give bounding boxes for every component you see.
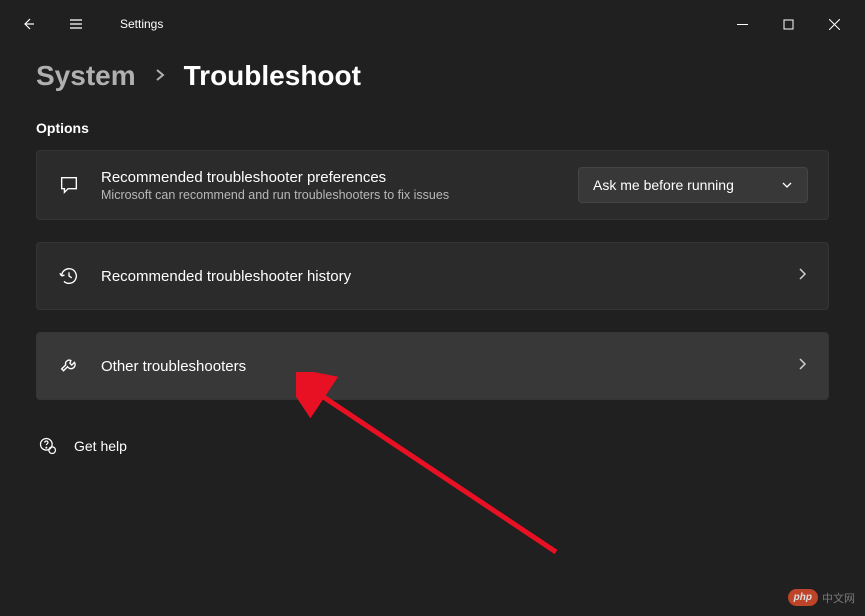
section-title: Options [36,120,829,136]
close-icon [829,19,840,30]
watermark-badge: php [788,589,818,606]
dropdown-value: Ask me before running [593,177,734,193]
card-title: Other troubleshooters [101,358,796,375]
minimize-icon [737,19,748,30]
get-help-link[interactable]: Get help [36,436,829,456]
titlebar: Settings [0,0,865,48]
chat-icon [57,173,81,197]
history-icon [57,264,81,288]
history-card[interactable]: Recommended troubleshooter history [36,242,829,310]
breadcrumb: System Troubleshoot [36,60,829,92]
card-title: Recommended troubleshooter history [101,268,796,285]
maximize-icon [783,19,794,30]
preferences-dropdown[interactable]: Ask me before running [578,167,808,203]
help-icon [38,436,58,456]
content-area: System Troubleshoot Options Recommended … [0,48,865,456]
back-button[interactable] [8,4,48,44]
card-subtitle: Microsoft can recommend and run troubles… [101,188,578,202]
chevron-right-icon [154,65,166,88]
breadcrumb-current: Troubleshoot [184,60,361,92]
watermark: php 中文网 [788,589,855,606]
menu-button[interactable] [56,4,96,44]
chevron-right-icon [796,267,808,286]
help-label: Get help [74,438,127,454]
chevron-down-icon [781,179,793,191]
card-title: Recommended troubleshooter preferences [101,169,578,186]
back-arrow-icon [20,16,36,32]
card-text: Recommended troubleshooter preferences M… [101,169,578,202]
other-troubleshooters-card[interactable]: Other troubleshooters [36,332,829,400]
card-text: Other troubleshooters [101,358,796,375]
close-button[interactable] [811,8,857,40]
minimize-button[interactable] [719,8,765,40]
chevron-right-icon [796,357,808,376]
maximize-button[interactable] [765,8,811,40]
card-text: Recommended troubleshooter history [101,268,796,285]
recommended-preferences-card[interactable]: Recommended troubleshooter preferences M… [36,150,829,220]
app-title: Settings [120,17,163,31]
hamburger-icon [68,16,84,32]
window-controls [719,8,857,40]
watermark-text: 中文网 [822,590,855,606]
wrench-icon [57,354,81,378]
breadcrumb-parent[interactable]: System [36,60,136,92]
titlebar-left: Settings [8,4,163,44]
